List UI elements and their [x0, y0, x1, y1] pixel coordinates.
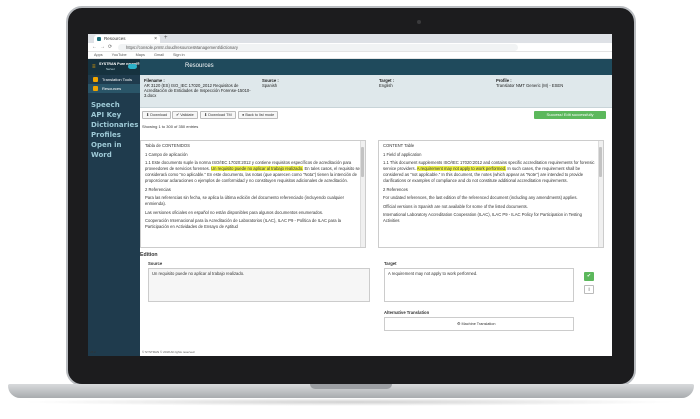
resources-icon	[93, 86, 98, 91]
source-line: Cooperación Internacional para la Acredi…	[145, 218, 341, 229]
bookmark-apps[interactable]: Apps	[94, 53, 103, 57]
source-scrollbar[interactable]	[360, 141, 365, 247]
bookmarks-bar: Apps YouTube Maps Gmail Sign in	[88, 52, 612, 59]
target-line: International Laboratory Accreditation C…	[383, 212, 582, 223]
tools-icon	[93, 77, 98, 82]
download-tm-button[interactable]: ⬇ Download TM	[200, 111, 236, 119]
edition-target-input[interactable]: A requirement may not apply to work perf…	[384, 268, 574, 302]
main-content: Resources Filename : AR 3120 (ES) ISO_IE…	[140, 59, 612, 356]
reload-icon[interactable]: ⟳	[108, 44, 112, 50]
target-line: 2 References	[383, 186, 408, 192]
target-line: For undated references, the last edition…	[383, 195, 578, 200]
target-highlight[interactable]: A requirement may not apply to work perf…	[416, 166, 507, 171]
back-arrow-icon[interactable]: ←	[92, 44, 97, 50]
machine-translation-label: Machine Translation	[461, 322, 496, 326]
tab-title: Resources	[104, 36, 126, 41]
target-info: Target : English	[379, 78, 479, 88]
close-tab-icon[interactable]: ×	[154, 35, 157, 43]
target-line: Official versions in Spanish are not ava…	[383, 203, 528, 209]
sidebar-item-resources[interactable]: Resources	[88, 84, 140, 93]
edition-source-label: Source	[148, 261, 163, 266]
edition-source-text: Un requisito puede no aplicar al trabajo…	[148, 268, 370, 302]
url-input[interactable]: https://console.prmtr.cloud/resourcesMan…	[118, 44, 518, 51]
forward-arrow-icon[interactable]: →	[100, 44, 105, 50]
file-info-bar: Filename : AR 3120 (ES) ISO_IEC 17020_20…	[140, 75, 612, 108]
alt-translation-label: Alternative Translation	[384, 310, 430, 315]
brand-sub: Server	[106, 67, 115, 71]
scroll-thumb[interactable]	[599, 147, 602, 177]
validate-label: Validate	[180, 113, 194, 117]
copyright: © SYSTRAN © 2018 All rights reserved	[142, 350, 195, 354]
bookmark-sign-in[interactable]: Sign in	[173, 53, 185, 57]
source-line: 1.1 Este documento suple la norma ISO/IE…	[145, 160, 361, 184]
source-line: Para las referencias sin fecha, se aplic…	[145, 195, 345, 206]
sidebar: ≡ SYSTRAN Pure neural® Server Translatio…	[88, 59, 140, 356]
laptop-shadow	[20, 398, 680, 406]
bookmark-maps[interactable]: Maps	[136, 53, 145, 57]
sidebar-item-label: Translation Tools	[102, 77, 133, 82]
source-line: Las versiones oficiales en español no es…	[145, 209, 324, 215]
laptop-notch	[310, 384, 392, 389]
favicon-icon	[97, 37, 101, 41]
browser-tab-bar: Resources × +	[88, 34, 612, 43]
sidebar-item-label: Resources	[102, 86, 122, 91]
bookmark-youtube[interactable]: YouTube	[112, 53, 127, 57]
success-alert: Success! Edit successfully	[534, 111, 606, 119]
source-line: 2 Referencias	[145, 186, 171, 192]
profile-info: Profile : Translator NMT Generic (M) - E…	[496, 78, 608, 88]
target-value: English	[379, 83, 393, 88]
download-label: Download	[150, 113, 168, 117]
bookmark-gmail[interactable]: Gmail	[154, 53, 164, 57]
top-bar: Resources	[140, 59, 612, 75]
source-line: Tabla de CONTENIDOS	[145, 143, 190, 148]
sidebar-item-profiles[interactable]: Profiles	[88, 130, 140, 140]
menu-icon[interactable]: ≡	[92, 64, 96, 70]
sidebar-item-speech[interactable]: Speech	[88, 100, 140, 110]
info-button[interactable]: i	[584, 285, 594, 294]
source-pane[interactable]: Tabla de CONTENIDOS 1 Campo de aplicació…	[140, 140, 366, 248]
address-bar-row: ← → ⟳ https://console.prmtr.cloud/resour…	[88, 43, 612, 52]
sidebar-item-translation-tools[interactable]: Translation Tools	[88, 75, 140, 84]
segment-panes: Tabla de CONTENIDOS 1 Campo de aplicació…	[140, 140, 612, 248]
source-value: Spanish	[262, 83, 278, 88]
sidebar-item-open-in-word[interactable]: Open in Word	[88, 140, 140, 159]
alt-translation-box: ⚙ Machine Translation	[384, 317, 574, 331]
profile-value: Translator NMT Generic (M) - ESEN	[496, 83, 564, 88]
screen: Resources × + ← → ⟳ https://console.prmt…	[88, 34, 612, 356]
validate-button[interactable]: ✔ Validate	[172, 111, 198, 119]
sidebar-item-api-key[interactable]: API Key	[88, 110, 140, 120]
app: ≡ SYSTRAN Pure neural® Server Translatio…	[88, 59, 612, 356]
filename-info: Filename : AR 3120 (ES) ISO_IEC 17020_20…	[144, 78, 256, 98]
back-to-list-button[interactable]: ● Back to list mode	[238, 111, 279, 119]
source-info: Source : Spanish	[262, 78, 362, 88]
cloud-logo-icon	[128, 64, 137, 69]
new-tab-button[interactable]: +	[164, 34, 168, 43]
download-tm-label: Download TM	[208, 113, 232, 117]
target-scrollbar[interactable]	[598, 141, 603, 247]
target-pane[interactable]: CONTENT Table 1 Field of application 1.1…	[378, 140, 604, 248]
browser-tab[interactable]: Resources ×	[94, 35, 160, 43]
edition-target-label: Target	[384, 261, 397, 266]
brand: ≡ SYSTRAN Pure neural® Server	[88, 59, 140, 75]
confirm-button[interactable]: ✔	[584, 272, 594, 281]
sidebar-item-dictionaries[interactable]: Dictionaries	[88, 120, 140, 130]
target-line: 1.1 This document supplements ISO/IEC 17…	[383, 160, 599, 184]
laptop-mockup: Resources × + ← → ⟳ https://console.prmt…	[0, 0, 700, 419]
source-line: 1 Campo de aplicación	[145, 151, 188, 157]
source-highlight[interactable]: Un requisito puede no aplicar al trabajo…	[211, 166, 304, 171]
version-label: v8.2	[90, 350, 96, 354]
camera-dot	[417, 20, 421, 24]
edition-title: Edition	[140, 252, 158, 258]
back-to-list-label: Back to list mode	[245, 113, 275, 117]
entries-count: Showing 1 to 300 of 350 entries	[142, 124, 199, 129]
target-line: 1 Field of application	[383, 151, 422, 157]
download-button[interactable]: ⬇ Download	[142, 111, 172, 119]
page-title: Resources	[185, 63, 214, 69]
target-label: Target :	[379, 78, 395, 83]
machine-translation-button[interactable]: ⚙ Machine Translation	[457, 322, 495, 327]
filename-value: AR 3120 (ES) ISO_IEC 17020_2012 Requisit…	[144, 83, 251, 98]
target-line: CONTENT Table	[383, 143, 415, 148]
scroll-thumb[interactable]	[361, 147, 364, 177]
toolbar: ⬇ Download ✔ Validate ⬇ Download TM ● Ba…	[140, 108, 612, 122]
